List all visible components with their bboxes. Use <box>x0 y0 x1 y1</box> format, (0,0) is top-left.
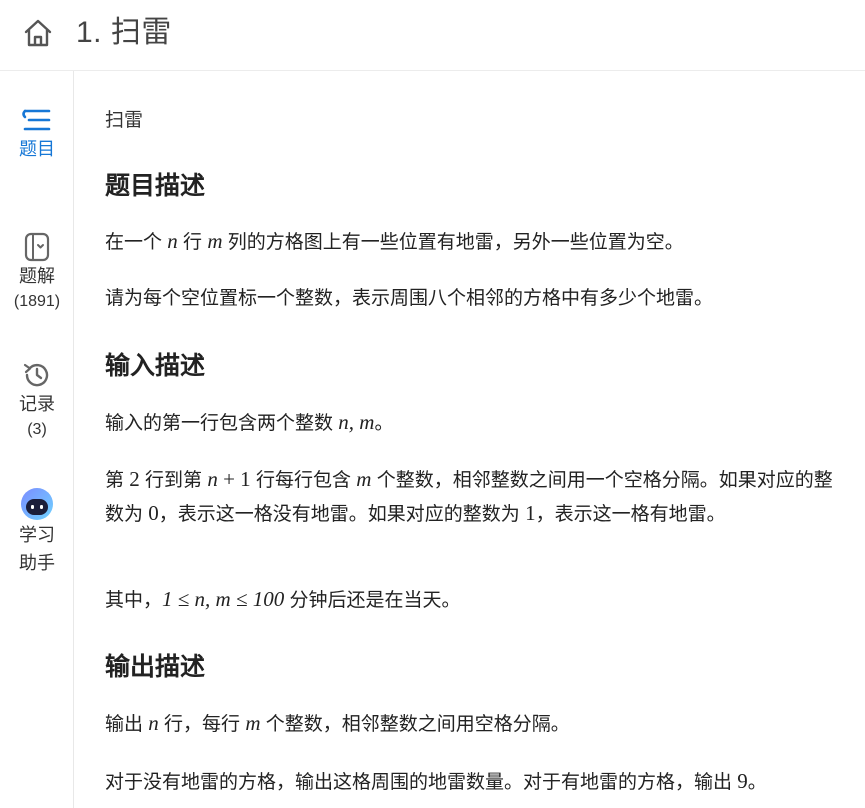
input-paragraph-2: 第 2 行到第 n + 1 行每行包含 m 个整数，相邻整数之间用一个空格分隔。… <box>105 463 845 531</box>
text: 分钟后还是在当天。 <box>284 590 461 611</box>
record-count: (3) <box>27 421 47 438</box>
problem-name: 扫雷 <box>105 110 144 131</box>
math-nm: n, m <box>338 410 375 434</box>
output-paragraph-2: 对于没有地雷的方格，输出这格周围的地雷数量。对于有地雷的方格，输出 9。 <box>105 765 845 799</box>
text: 个整数，相邻整数之间用空格分隔。 <box>260 714 570 735</box>
text: 行每行包含 <box>250 470 357 491</box>
math-m: m <box>356 467 372 491</box>
sidebar-item-problem[interactable]: 题目 <box>0 104 74 162</box>
home-icon[interactable] <box>23 18 53 48</box>
text: 行到第 <box>139 470 208 491</box>
sidebar-item-solution[interactable]: 题解 (1891) <box>0 231 74 315</box>
math-n: n <box>148 711 159 735</box>
sidebar-item-label: 题目 <box>19 139 55 159</box>
text: 。 <box>747 772 767 793</box>
section-title-output: 输出描述 <box>105 653 206 681</box>
math-9: 9 <box>737 769 748 793</box>
text: 第 <box>105 470 130 491</box>
text: 列的方格图上有一些位置有地雷，另外一些位置为空。 <box>222 232 684 253</box>
text: 对于没有地雷的方格，输出这格周围的地雷数量。对于有地雷的方格，输出 <box>105 772 738 793</box>
history-icon <box>23 363 49 387</box>
text: 行 <box>177 232 208 253</box>
section-title-description: 题目描述 <box>105 172 206 200</box>
math-m: m <box>245 711 261 735</box>
sidebar: 题目 题解 (1891) 记录 (3) 学习 助手 <box>0 71 74 808</box>
text: ，表示这一格没有地雷。如果对应的整数为 <box>158 504 526 525</box>
input-paragraph-3: 其中，1 ≤ n, m ≤ 100 分钟后还是在当天。 <box>105 583 845 617</box>
solution-count: (1891) <box>13 293 61 310</box>
list-icon <box>22 109 51 131</box>
input-paragraph-1: 输入的第一行包含两个整数 n, m。 <box>105 406 845 440</box>
robot-icon <box>21 488 53 520</box>
description-paragraph-1: 在一个 n 行 m 列的方格图上有一些位置有地雷，另外一些位置为空。 <box>105 225 845 259</box>
math-n: n <box>167 229 178 253</box>
math-n: n <box>207 467 218 491</box>
section-title-input: 输入描述 <box>105 352 206 380</box>
assistant-label-line1: 学习 <box>19 525 55 545</box>
text: ，表示这一格有地雷。 <box>535 504 726 525</box>
math-plus-1: + 1 <box>217 467 251 491</box>
text: 在一个 <box>105 232 168 253</box>
page-title: 1. 扫雷 <box>76 16 172 49</box>
text: 行，每行 <box>158 714 246 735</box>
text: 输入的第一行包含两个整数 <box>105 413 339 434</box>
sidebar-item-label: 题解 <box>19 266 55 286</box>
math-0: 0 <box>148 501 159 525</box>
text: 。 <box>374 413 394 434</box>
sidebar-item-record[interactable]: 记录 (3) <box>0 359 74 443</box>
top-bar: 1. 扫雷 <box>0 0 865 71</box>
sidebar-item-assistant[interactable]: 学习 助手 <box>0 486 74 576</box>
math-m: m <box>207 229 223 253</box>
sidebar-item-label: 记录 <box>19 394 55 414</box>
math-2: 2 <box>129 467 140 491</box>
math-1: 1 <box>525 501 536 525</box>
output-paragraph-1: 输出 n 行，每行 m 个整数，相邻整数之间用空格分隔。 <box>105 707 845 741</box>
math-constraint: 1 ≤ n, m ≤ 100 <box>162 587 285 611</box>
description-paragraph-2: 请为每个空位置标一个整数，表示周围八个相邻的方格中有多少个地雷。 <box>105 288 714 309</box>
text: 输出 <box>105 714 149 735</box>
assistant-label-line2: 助手 <box>19 553 55 573</box>
text: 其中， <box>105 590 163 611</box>
book-icon <box>24 232 50 262</box>
